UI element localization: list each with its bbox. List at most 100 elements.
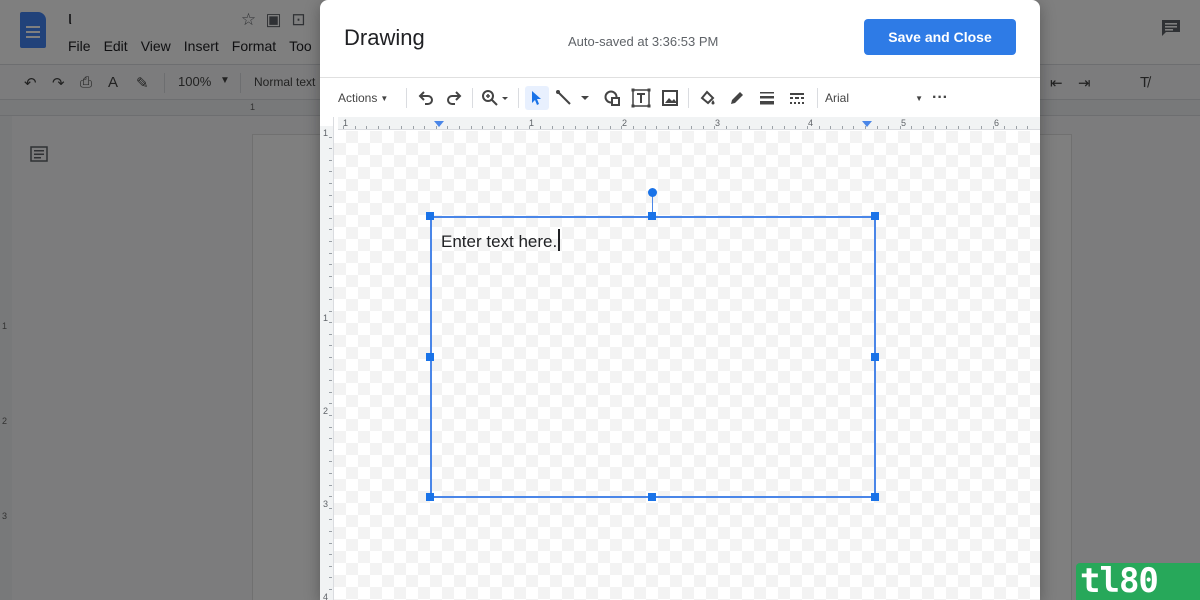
ruler-tick	[783, 126, 785, 129]
ruler-tick	[667, 126, 669, 129]
ruler-tick	[992, 126, 994, 129]
textbox-tool-button[interactable]	[629, 86, 653, 110]
ruler-tick	[633, 126, 634, 129]
actions-menu-button[interactable]: Actions ▼	[338, 86, 398, 110]
border-dash-icon	[790, 93, 804, 104]
resize-handle-bottom-right[interactable]	[871, 493, 879, 501]
ruler-label: 1	[529, 118, 535, 128]
ruler-tick	[329, 554, 332, 556]
resize-handle-top-left[interactable]	[426, 212, 434, 220]
ruler-tick	[329, 275, 332, 277]
image-tool-button[interactable]	[658, 86, 682, 110]
redo-button[interactable]	[442, 86, 466, 110]
save-and-close-button[interactable]: Save and Close	[864, 19, 1016, 55]
border-dash-button[interactable]	[785, 86, 809, 110]
watermark-text: tl80	[1080, 561, 1159, 600]
ruler-tick	[377, 126, 379, 129]
text-box[interactable]: Enter text here.	[430, 216, 876, 498]
text-box-content[interactable]: Enter text here.	[441, 229, 561, 252]
ruler-tick	[505, 126, 507, 129]
toolbar-divider	[472, 88, 473, 108]
undo-button[interactable]	[414, 86, 438, 110]
fill-color-button[interactable]	[695, 86, 719, 110]
toolbar-divider	[688, 88, 689, 108]
resize-handle-bottom-left[interactable]	[426, 493, 434, 501]
ruler-tick	[981, 126, 982, 129]
undo-icon	[418, 91, 433, 105]
ruler-tick	[329, 333, 332, 335]
ruler-tick	[329, 484, 332, 486]
ruler-tick	[702, 126, 704, 129]
ruler-tick	[482, 126, 484, 129]
ruler-tick	[329, 496, 332, 498]
text-cursor	[558, 229, 561, 251]
ruler-label: 4	[808, 118, 814, 128]
select-tool-button[interactable]	[525, 86, 549, 110]
ruler-tick	[343, 126, 344, 129]
border-weight-button[interactable]	[755, 86, 779, 110]
ruler-tick	[656, 126, 658, 129]
rotate-connector	[652, 194, 653, 214]
ruler-tick	[1015, 126, 1017, 129]
right-indent-marker[interactable]	[862, 121, 872, 127]
ruler-tick	[329, 287, 332, 289]
ruler-tick	[563, 126, 565, 129]
ruler-tick	[934, 126, 936, 129]
resize-handle-left[interactable]	[426, 353, 434, 361]
ruler-tick	[679, 126, 681, 129]
ruler-tick	[586, 126, 588, 129]
ruler-tick	[714, 126, 716, 129]
resize-handle-right[interactable]	[871, 353, 879, 361]
ruler-tick	[329, 322, 332, 324]
zoom-button[interactable]	[478, 86, 512, 110]
ruler-tick	[329, 217, 332, 219]
ruler-tick	[329, 159, 332, 161]
font-name: Arial	[825, 91, 850, 105]
ruler-tick	[329, 148, 332, 150]
ruler-tick	[830, 126, 832, 129]
shape-tool-button[interactable]	[600, 86, 624, 110]
fill-color-icon	[700, 90, 715, 105]
ruler-tick	[389, 126, 391, 129]
ruler-tick	[528, 126, 530, 129]
ruler-tick	[329, 252, 332, 254]
resize-handle-bottom[interactable]	[648, 493, 656, 501]
border-color-button[interactable]	[725, 86, 749, 110]
resize-handle-top-right[interactable]	[871, 212, 879, 220]
shape-icon	[604, 90, 620, 106]
ruler-tick	[329, 577, 332, 579]
ruler-tick	[329, 426, 332, 428]
dialog-title: Drawing	[344, 25, 425, 50]
ruler-tick	[772, 126, 774, 129]
redo-icon	[447, 91, 462, 105]
ruler-tick	[401, 126, 402, 129]
ruler-tick	[354, 126, 356, 129]
more-options-button[interactable]: ···	[930, 86, 950, 110]
ruler-label: 5	[901, 118, 907, 128]
ruler-tick	[329, 589, 332, 590]
ruler-tick	[818, 126, 820, 129]
ruler-tick	[329, 519, 332, 521]
ruler-tick	[749, 126, 750, 129]
resize-handle-top[interactable]	[648, 212, 656, 220]
ruler-tick	[946, 126, 948, 129]
font-select[interactable]: Arial ▼	[825, 86, 925, 110]
ruler-tick	[807, 126, 808, 129]
ruler-tick	[329, 229, 332, 231]
toolbar-divider	[817, 88, 818, 108]
ruler-tick	[795, 126, 797, 129]
ruler-label: 1	[323, 128, 329, 138]
left-indent-marker[interactable]	[434, 121, 444, 127]
ruler-tick	[329, 461, 332, 463]
ruler-tick	[329, 531, 332, 532]
ruler-label: 6	[994, 118, 1000, 128]
ruler-tick	[841, 126, 843, 129]
rotate-handle[interactable]	[648, 188, 657, 197]
ruler-tick	[911, 126, 913, 129]
select-icon	[532, 91, 541, 105]
ruler-tick	[329, 194, 332, 196]
ruler-tick	[329, 507, 332, 509]
ruler-tick	[329, 415, 332, 416]
line-tool-button[interactable]	[554, 86, 594, 110]
ruler-tick	[412, 126, 414, 129]
